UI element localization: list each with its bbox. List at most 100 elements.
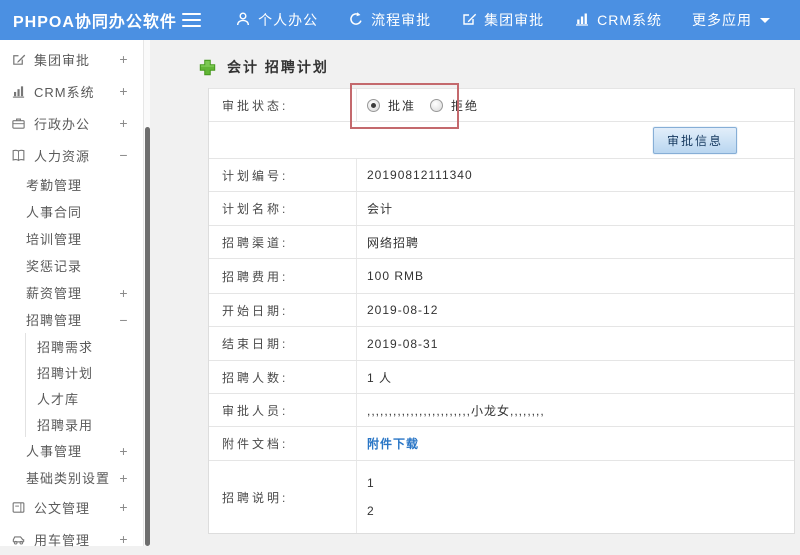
field-value: 100 RMB bbox=[367, 269, 425, 283]
sidebar-item-label: 招聘管理 bbox=[26, 313, 83, 328]
page-title: 会计 招聘计划 bbox=[227, 59, 329, 75]
edit-icon bbox=[461, 11, 484, 30]
form-row-attachment: 附件文档: 附件下载 bbox=[209, 426, 794, 460]
sidebar-item-label: 招聘计划 bbox=[37, 365, 94, 381]
sidebar-item-label: 人力资源 bbox=[34, 148, 91, 164]
hamburger-menu-icon[interactable] bbox=[181, 13, 202, 27]
field-label: 计划名称: bbox=[209, 192, 357, 225]
person-icon bbox=[235, 11, 258, 30]
nav-group-approval[interactable]: 集团审批 bbox=[461, 10, 544, 30]
field-label: 审批人员: bbox=[209, 394, 357, 426]
field-value: 20190812111340 bbox=[367, 168, 473, 182]
field-label: 附件文档: bbox=[209, 427, 357, 460]
sidebar-item-crm[interactable]: CRM系统 + bbox=[0, 75, 143, 107]
sidebar-item-document-mgmt[interactable]: 公文管理 + bbox=[0, 491, 143, 523]
expand-toggle[interactable]: + bbox=[117, 499, 131, 515]
sidebar-item-talent-pool[interactable]: 人才库 bbox=[26, 385, 143, 411]
page-header: 会计 招聘计划 bbox=[198, 57, 329, 77]
topbar: PHPOA协同办公软件 个人办公 流程审批 集团审批 CRM系统 更多应用 bbox=[0, 0, 800, 40]
sidebar-item-recruit-mgmt[interactable]: 招聘管理 − bbox=[0, 306, 143, 333]
field-label: 结束日期: bbox=[209, 327, 357, 360]
form-row-plan-number: 计划编号: 20190812111340 bbox=[209, 158, 794, 191]
caret-down-icon bbox=[760, 17, 770, 23]
sidebar-item-training[interactable]: 培训管理 bbox=[0, 225, 143, 252]
nav-personal-office[interactable]: 个人办公 bbox=[235, 10, 318, 30]
book-icon bbox=[10, 147, 26, 163]
field-value: 1 人 bbox=[367, 370, 393, 385]
expand-toggle[interactable]: + bbox=[117, 285, 131, 301]
description-line: 2 bbox=[367, 504, 374, 518]
form-row-approval-info: 审批信息 bbox=[209, 121, 794, 158]
approval-status-radio-group: 批准 拒绝 bbox=[367, 97, 493, 114]
sidebar-item-admin-office[interactable]: 行政办公 + bbox=[0, 107, 143, 139]
sidebar-item-label: 考勤管理 bbox=[26, 178, 83, 193]
sidebar-item-recruit-plan[interactable]: 招聘计划 bbox=[26, 359, 143, 385]
expand-toggle[interactable]: − bbox=[117, 147, 131, 163]
bar-chart-icon bbox=[10, 83, 26, 99]
field-value: 会计 bbox=[367, 202, 394, 216]
approve-radio[interactable] bbox=[367, 98, 380, 112]
expand-toggle[interactable]: + bbox=[117, 83, 131, 99]
nav-label: 集团审批 bbox=[484, 12, 545, 28]
expand-toggle[interactable]: + bbox=[117, 115, 131, 131]
nav-label: 更多应用 bbox=[692, 12, 752, 28]
sidebar-item-salary[interactable]: 薪资管理 + bbox=[0, 279, 143, 306]
recruit-plan-form: 审批状态: 批准 拒绝 审批信息 计划编号: 20190812111340 计划… bbox=[208, 88, 795, 534]
form-row-description: 招聘说明: 1 2 bbox=[209, 460, 794, 533]
sidebar: 集团审批 + CRM系统 + 行政办公 + 人力资源 − 考勤管理 人事合同 培… bbox=[0, 40, 150, 548]
sidebar-item-label: 集团审批 bbox=[34, 52, 91, 68]
field-label: 招聘费用: bbox=[209, 259, 357, 293]
add-plus-icon[interactable] bbox=[198, 58, 217, 77]
sidebar-scrollbar[interactable] bbox=[143, 40, 150, 546]
sidebar-item-hr-contract[interactable]: 人事合同 bbox=[0, 198, 143, 225]
top-nav: 个人办公 流程审批 集团审批 CRM系统 更多应用 bbox=[235, 10, 800, 30]
main-content: 会计 招聘计划 审批状态: 批准 拒绝 审批信息 计划编号: 201908121… bbox=[150, 40, 800, 546]
sidebar-item-base-category[interactable]: 基础类别设置 + bbox=[0, 464, 143, 491]
nav-label: 个人办公 bbox=[258, 12, 319, 28]
field-value: 2019-08-31 bbox=[367, 336, 439, 351]
sidebar-item-rewards[interactable]: 奖惩记录 bbox=[0, 252, 143, 279]
expand-toggle[interactable]: + bbox=[117, 531, 131, 547]
car-icon bbox=[10, 531, 26, 547]
sidebar-item-hr[interactable]: 人力资源 − bbox=[0, 139, 143, 171]
expand-toggle[interactable]: − bbox=[117, 312, 131, 328]
field-label: 审批状态: bbox=[209, 89, 357, 121]
sidebar-item-label: 奖惩记录 bbox=[26, 259, 83, 274]
attachment-download-link[interactable]: 附件下载 bbox=[367, 435, 419, 452]
sidebar-item-label: 公文管理 bbox=[34, 500, 91, 516]
edit-icon bbox=[10, 51, 26, 67]
expand-toggle[interactable]: + bbox=[117, 470, 131, 486]
form-row-recruit-cost: 招聘费用: 100 RMB bbox=[209, 258, 794, 293]
sidebar-item-label: 人事管理 bbox=[26, 444, 83, 459]
sidebar-item-label: CRM系统 bbox=[34, 84, 95, 100]
nav-crm[interactable]: CRM系统 bbox=[574, 10, 662, 30]
field-label: 计划编号: bbox=[209, 159, 357, 191]
sidebar-item-label: 基础类别设置 bbox=[26, 471, 111, 486]
app-logo: PHPOA协同办公软件 bbox=[13, 14, 177, 31]
form-row-recruit-channel: 招聘渠道: 网络招聘 bbox=[209, 225, 794, 258]
field-label: 招聘说明: bbox=[209, 461, 357, 533]
reject-radio[interactable] bbox=[430, 98, 444, 112]
sidebar-item-label: 招聘录用 bbox=[37, 417, 94, 433]
sidebar-item-label: 薪资管理 bbox=[26, 286, 83, 301]
field-label: 招聘人数: bbox=[209, 361, 357, 393]
field-label: 开始日期: bbox=[209, 294, 357, 326]
sidebar-item-recruit-demand[interactable]: 招聘需求 bbox=[26, 333, 143, 359]
sidebar-item-group-approval[interactable]: 集团审批 + bbox=[0, 43, 143, 75]
nav-process-approval[interactable]: 流程审批 bbox=[348, 10, 431, 30]
bar-chart-icon bbox=[574, 11, 597, 30]
sidebar-item-attendance[interactable]: 考勤管理 bbox=[0, 171, 143, 198]
form-row-approvers: 审批人员: ,,,,,,,,,,,,,,,,,,,,,,,,小龙女,,,,,,,… bbox=[209, 393, 794, 426]
form-row-start-date: 开始日期: 2019-08-12 bbox=[209, 293, 794, 326]
sidebar-item-recruit-hire[interactable]: 招聘录用 bbox=[26, 411, 143, 437]
briefcase-icon bbox=[10, 115, 26, 131]
approve-radio-label[interactable]: 批准 bbox=[388, 97, 416, 114]
sidebar-item-vehicle-mgmt[interactable]: 用车管理 + bbox=[0, 523, 143, 555]
expand-toggle[interactable]: + bbox=[117, 51, 131, 67]
nav-more-apps[interactable]: 更多应用 bbox=[692, 10, 770, 30]
form-row-plan-name: 计划名称: 会计 bbox=[209, 191, 794, 225]
approval-info-button[interactable]: 审批信息 bbox=[652, 126, 737, 154]
reject-radio-label[interactable]: 拒绝 bbox=[451, 97, 479, 114]
sidebar-item-personnel-mgmt[interactable]: 人事管理 + bbox=[0, 437, 143, 464]
expand-toggle[interactable]: + bbox=[117, 443, 131, 459]
